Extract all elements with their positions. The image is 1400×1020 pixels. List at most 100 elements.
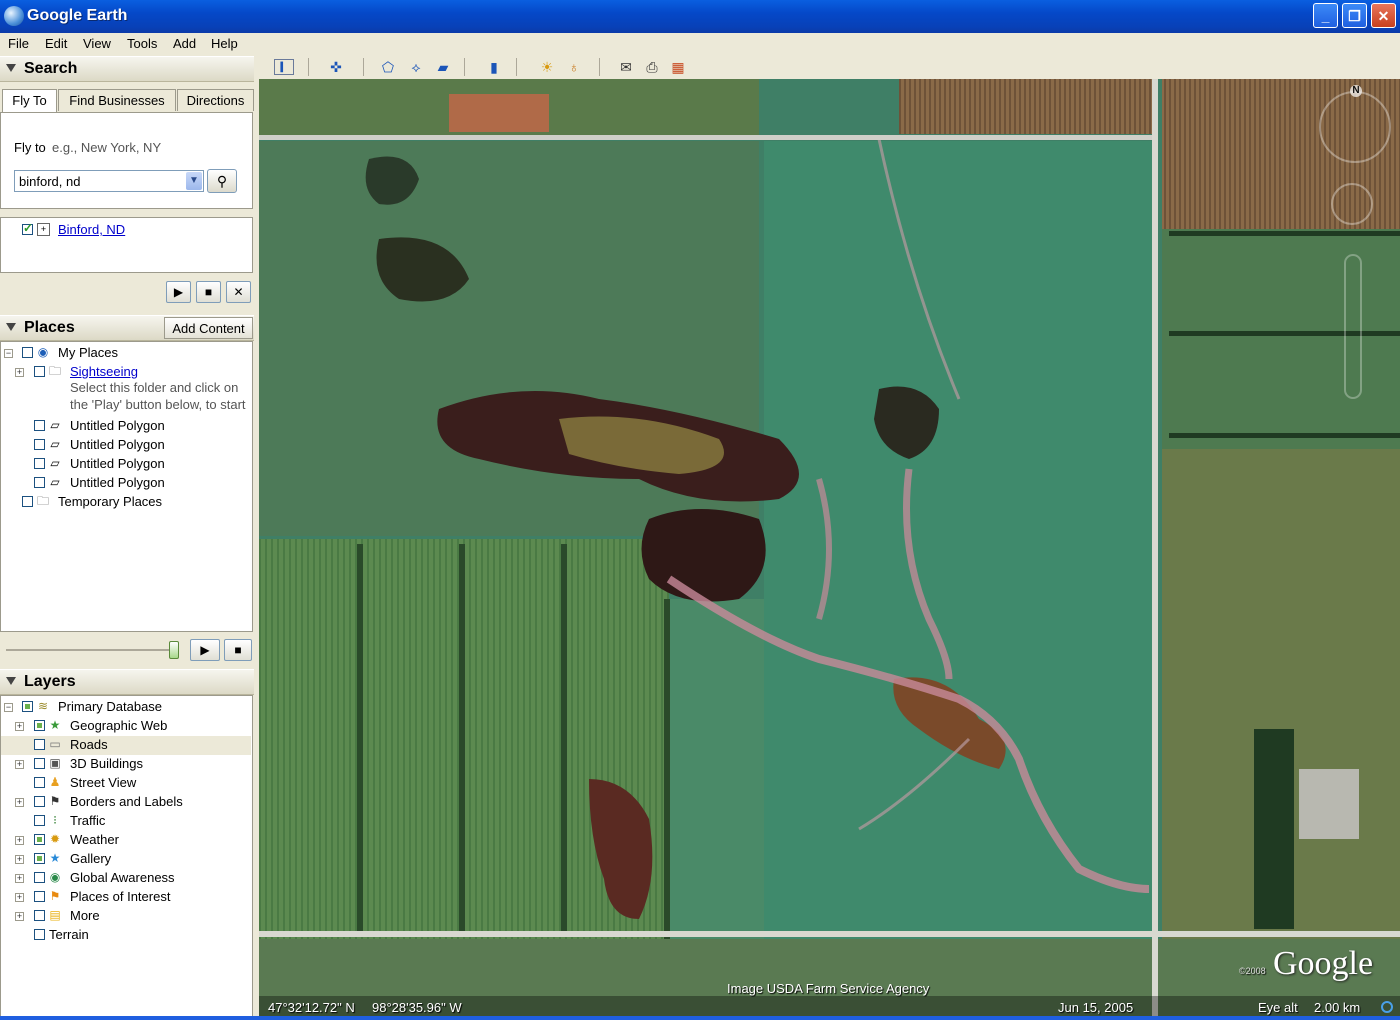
layer-3d-buildings[interactable]: + ▣ 3D Buildings bbox=[1, 755, 251, 774]
north-indicator[interactable]: N bbox=[1350, 85, 1362, 97]
result-link[interactable]: Binford, ND bbox=[58, 222, 125, 237]
compass-ring[interactable] bbox=[1319, 91, 1391, 163]
planet-icon[interactable]: ♁ bbox=[564, 58, 584, 76]
ruler-icon[interactable]: ▮ bbox=[484, 58, 504, 76]
look-joystick[interactable] bbox=[1331, 183, 1373, 225]
menu-add[interactable]: Add bbox=[173, 36, 196, 51]
checkbox[interactable] bbox=[34, 458, 45, 469]
layer-street-view[interactable]: ♟ Street View bbox=[1, 774, 251, 793]
tab-find-businesses[interactable]: Find Businesses bbox=[58, 89, 176, 111]
tree-item-temporary-places[interactable]: 🗀 Temporary Places bbox=[1, 493, 251, 512]
checkbox[interactable] bbox=[34, 477, 45, 488]
stop-button[interactable]: ■ bbox=[196, 281, 221, 303]
add-content-button[interactable]: Add Content bbox=[164, 317, 253, 339]
checkbox[interactable] bbox=[34, 420, 45, 431]
chevron-down-icon[interactable]: ▼ bbox=[186, 172, 202, 190]
menu-file[interactable]: File bbox=[8, 36, 29, 51]
layer-gallery[interactable]: + ★ Gallery bbox=[1, 850, 251, 869]
checkbox[interactable] bbox=[22, 496, 33, 507]
print-icon[interactable]: ⎙ bbox=[642, 58, 662, 76]
tab-directions[interactable]: Directions bbox=[177, 89, 254, 111]
checkbox[interactable] bbox=[22, 701, 33, 712]
tree-item-polygon[interactable]: ▱ Untitled Polygon bbox=[1, 455, 251, 474]
search-panel-header[interactable]: Search bbox=[0, 56, 254, 82]
expand-icon[interactable]: + bbox=[15, 836, 24, 845]
tree-item-polygon[interactable]: ▱ Untitled Polygon bbox=[1, 436, 251, 455]
close-button[interactable]: ✕ bbox=[1371, 3, 1396, 28]
clear-button[interactable]: ✕ bbox=[226, 281, 251, 303]
collapse-icon[interactable]: − bbox=[4, 703, 13, 712]
expand-icon[interactable]: + bbox=[15, 874, 24, 883]
tree-item-polygon[interactable]: ▱ Untitled Polygon bbox=[1, 474, 251, 493]
checkbox[interactable] bbox=[34, 815, 45, 826]
image-overlay-icon[interactable]: ▰ bbox=[433, 58, 453, 76]
layer-more[interactable]: + ▤ More bbox=[1, 907, 251, 926]
menu-tools[interactable]: Tools bbox=[127, 36, 157, 51]
sunlight-icon[interactable]: ☀ bbox=[537, 58, 557, 76]
checkbox[interactable] bbox=[34, 758, 45, 769]
tour-play-button[interactable]: ▶ bbox=[190, 639, 220, 661]
tab-fly-to[interactable]: Fly To bbox=[2, 89, 57, 113]
placemark-icon[interactable]: ✜ bbox=[326, 58, 346, 76]
tree-item-polygon[interactable]: ▱ Untitled Polygon bbox=[1, 417, 251, 436]
grid-icon: + bbox=[37, 223, 50, 236]
sidebar-toggle-icon[interactable]: ▍ bbox=[274, 59, 294, 75]
layers-panel-header[interactable]: Layers bbox=[0, 669, 254, 695]
collapse-arrow-icon bbox=[6, 677, 16, 685]
checkbox[interactable] bbox=[34, 439, 45, 450]
result-checkbox[interactable] bbox=[22, 221, 33, 235]
expand-icon[interactable]: + bbox=[15, 893, 24, 902]
checkbox[interactable] bbox=[34, 796, 45, 807]
expand-icon[interactable]: + bbox=[15, 722, 24, 731]
tree-item-my-places[interactable]: − ◉ My Places bbox=[1, 344, 251, 363]
layer-roads[interactable]: ▭ Roads bbox=[1, 736, 251, 755]
checkbox[interactable] bbox=[34, 853, 45, 864]
checkbox[interactable] bbox=[34, 929, 45, 940]
layer-traffic[interactable]: ⁝ Traffic bbox=[1, 812, 251, 831]
checkbox[interactable] bbox=[34, 720, 45, 731]
expand-icon[interactable]: + bbox=[15, 368, 24, 377]
checkbox[interactable] bbox=[34, 872, 45, 883]
tree-label[interactable]: Sightseeing bbox=[70, 364, 138, 379]
minimize-button[interactable]: _ bbox=[1313, 3, 1338, 28]
expand-icon[interactable]: + bbox=[15, 912, 24, 921]
layer-primary-database[interactable]: − ≋ Primary Database bbox=[1, 698, 251, 717]
layer-geographic-web[interactable]: + ★ Geographic Web bbox=[1, 717, 251, 736]
checkbox[interactable] bbox=[22, 347, 33, 358]
tour-stop-button[interactable]: ■ bbox=[224, 639, 252, 661]
checkbox[interactable] bbox=[34, 910, 45, 921]
tree-label: My Places bbox=[58, 345, 118, 360]
streaming-indicator-icon bbox=[1381, 1001, 1393, 1013]
expand-icon[interactable]: + bbox=[15, 798, 24, 807]
checkbox[interactable] bbox=[34, 366, 45, 377]
menu-help[interactable]: Help bbox=[211, 36, 238, 51]
checkbox[interactable] bbox=[34, 777, 45, 788]
zoom-slider[interactable] bbox=[1344, 254, 1362, 399]
layer-places-of-interest[interactable]: + ⚑ Places of Interest bbox=[1, 888, 251, 907]
polygon-tool-icon[interactable]: ⬠ bbox=[378, 58, 398, 76]
tour-slider-track[interactable] bbox=[6, 649, 174, 651]
email-icon[interactable]: ✉ bbox=[616, 58, 636, 76]
search-button[interactable]: ⚲ bbox=[207, 169, 237, 193]
collapse-icon[interactable]: − bbox=[4, 349, 13, 358]
map-view[interactable]: N Google ©2008 Image USDA Farm Service A… bbox=[259, 79, 1400, 1017]
menu-view[interactable]: View bbox=[83, 36, 111, 51]
expand-icon[interactable]: + bbox=[15, 855, 24, 864]
fly-to-input[interactable]: binford, nd ▼ bbox=[14, 170, 204, 192]
play-button[interactable]: ▶ bbox=[166, 281, 191, 303]
menu-edit[interactable]: Edit bbox=[45, 36, 67, 51]
expand-icon[interactable]: + bbox=[15, 760, 24, 769]
list-item[interactable]: + Binford, ND bbox=[1, 221, 251, 240]
layer-weather[interactable]: + ✹ Weather bbox=[1, 831, 251, 850]
layer-borders-labels[interactable]: + ⚑ Borders and Labels bbox=[1, 793, 251, 812]
layer-terrain[interactable]: Terrain bbox=[1, 926, 251, 945]
checkbox[interactable] bbox=[34, 739, 45, 750]
checkbox[interactable] bbox=[34, 891, 45, 902]
places-panel-header[interactable]: Places Add Content bbox=[0, 315, 254, 341]
tour-slider-handle[interactable] bbox=[169, 641, 179, 659]
map-icon[interactable]: ▦ bbox=[668, 58, 688, 76]
checkbox[interactable] bbox=[34, 834, 45, 845]
maximize-button[interactable]: ❐ bbox=[1342, 3, 1367, 28]
path-tool-icon[interactable]: ⟡ bbox=[406, 58, 426, 76]
layer-global-awareness[interactable]: + ◉ Global Awareness bbox=[1, 869, 251, 888]
